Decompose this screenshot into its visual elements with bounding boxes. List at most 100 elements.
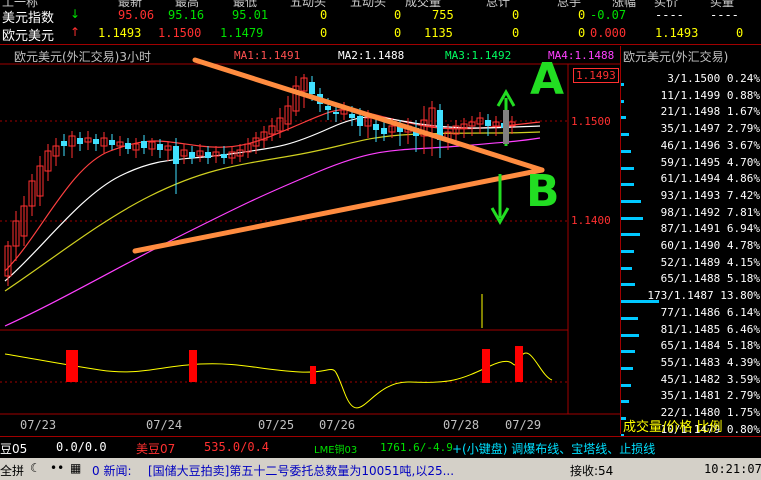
volume-price-row: 61/1.1494 4.86% [621, 172, 761, 188]
date-label: 07/28 [443, 418, 480, 432]
row-change: -0.07 [590, 8, 627, 22]
volume-price-row: 173/1.1487 13.80% [621, 289, 761, 305]
candle-body-down [141, 141, 147, 148]
volume-price-text: 35/1.1481 2.79% [660, 389, 760, 403]
ticker-name-2: 美豆07 [136, 442, 176, 456]
down-arrow-icon: ↓ [70, 7, 81, 21]
date-label: 07/24 [146, 418, 183, 432]
row-high: 1.1500 [158, 26, 202, 40]
row-bid: ---- [655, 8, 684, 22]
volume-price-text: 21/1.1498 1.67% [660, 105, 760, 119]
chart-canvas [0, 57, 620, 415]
trendline-upper [192, 57, 545, 173]
volume-price-text: 98/1.1492 7.81% [660, 205, 760, 219]
candle-body-down [309, 82, 315, 94]
row-v2: 0 [394, 8, 402, 22]
volume-price-text: 35/1.1497 2.79% [660, 122, 760, 136]
volume-bar [621, 333, 639, 337]
volume-bar [621, 233, 640, 237]
news-prefix: 0 新闻: [92, 464, 132, 478]
quote-row-usd-index[interactable]: 美元指数 ↓ 95.06 95.16 95.01 0 0 755 0 0 -0.… [0, 6, 761, 26]
date-label: 07/25 [258, 418, 295, 432]
volume-price-text: 46/1.1496 3.67% [660, 138, 760, 152]
candle-body-down [333, 112, 339, 114]
volume-price-row: 52/1.1489 4.15% [621, 256, 761, 272]
row-v1: 0 [320, 26, 328, 40]
date-label: 07/29 [505, 418, 542, 432]
row-v4: 0 [578, 8, 586, 22]
receive-count: 接收:54 [570, 464, 614, 478]
volume-bar [621, 149, 631, 153]
candle-body-down [485, 120, 491, 126]
candle-body-down [109, 140, 115, 145]
volume-bar [621, 316, 638, 320]
volume-price-text: 87/1.1491 6.94% [660, 222, 760, 236]
status-bar: 全拼 ☾ •• ▦ 0 新闻: [国储大豆拍卖]第五十二号委托总数量为10051… [0, 458, 761, 480]
moon-icon[interactable]: ☾ [30, 461, 41, 475]
annotation-label-a: A [530, 54, 565, 105]
row-v3: 0 [512, 26, 520, 40]
ticker-bar: 豆05 0.0/0.0 美豆07 535.0/0.4 LME铜03 1761.6… [0, 436, 761, 457]
volume-price-text: 93/1.1493 7.42% [660, 188, 760, 202]
quote-row-eurusd[interactable]: 欧元美元 ↑ 1.1493 1.1500 1.1479 0 0 1135 0 0… [0, 24, 761, 44]
volume-bar [621, 183, 634, 187]
volume-price-row: 55/1.1483 4.39% [621, 356, 761, 372]
row-vol: 755 [432, 8, 454, 22]
ticker-name-3: LME铜03 [314, 445, 358, 456]
indicator-bar [66, 350, 78, 382]
row-vol: 1135 [424, 26, 453, 40]
volume-price-text: 52/1.1489 4.15% [660, 255, 760, 269]
row-v1: 0 [320, 8, 328, 22]
volume-bar [621, 350, 635, 354]
dots-icon[interactable]: •• [50, 461, 64, 475]
volume-price-row: 93/1.1493 7.42% [621, 189, 761, 205]
date-label: 07/26 [319, 418, 356, 432]
volume-price-row: 77/1.1486 6.14% [621, 306, 761, 322]
volume-price-row: 3/1.1500 0.24% [621, 72, 761, 88]
ma4-line [4, 137, 541, 327]
volume-price-text: 3/1.1500 0.24% [667, 72, 760, 85]
price-label-last: 1.1493 [573, 68, 619, 83]
up-arrow-icon: ↑ [70, 25, 81, 39]
volume-bar [621, 99, 624, 103]
row-v4: 0 [578, 26, 586, 40]
volume-price-text: 60/1.1490 4.78% [660, 239, 760, 252]
candle-body-down [157, 144, 163, 150]
trendline-lower [132, 167, 545, 254]
row-bid: 1.1493 [655, 26, 699, 40]
volume-bar [621, 116, 626, 120]
volume-bar [621, 133, 629, 137]
indicator-line [4, 352, 553, 409]
volume-bar [621, 166, 634, 170]
candle-body-down [221, 154, 227, 158]
volume-price-row: 98/1.1492 7.81% [621, 206, 761, 222]
volume-bar [621, 199, 641, 203]
kline-chart[interactable]: 欧元美元(外汇交易)3小时 MA1:1.1491 MA2:1.1488 MA3:… [0, 46, 620, 434]
volume-price-text: 81/1.1485 6.46% [660, 322, 760, 336]
ticker-value-3: 1761.6/-4.9 [380, 441, 453, 454]
volume-bar [621, 266, 632, 270]
volume-price-text: 65/1.1484 5.18% [660, 339, 760, 353]
volume-price-text: 173/1.1487 13.80% [647, 289, 760, 303]
grid-icon[interactable]: ▦ [70, 461, 81, 475]
candle-body-down [93, 139, 99, 144]
volume-price-text: 11/1.1499 0.88% [660, 88, 760, 102]
up-arrow-icon-fill [503, 110, 509, 144]
candle-body-down [349, 114, 355, 118]
volume-bar [621, 216, 643, 220]
news-headline[interactable]: [国储大豆拍卖]第五十二号委托总数量为10051吨,以25... [148, 462, 454, 479]
volume-price-row: 35/1.1481 2.79% [621, 389, 761, 405]
candle-body-down [373, 124, 379, 130]
candle-body-down [125, 143, 131, 149]
panel-title: 欧元美元(外汇交易) [623, 50, 729, 64]
input-method-label[interactable]: 全拼 [0, 462, 24, 479]
volume-bar [621, 383, 631, 387]
indicator-bar [189, 350, 197, 382]
panel-footer: 成交量/价格 比例 [623, 420, 723, 435]
annotation-label-b: B [526, 166, 560, 217]
candle-body-down [173, 146, 179, 164]
volume-by-price-panel[interactable]: 欧元美元(外汇交易) 3/1.1500 0.24% 11/1.1499 0.88%… [620, 46, 761, 437]
quote-table: 工一称 最新 最高 最低 五动头 五动头 成交量 总计 总手 涨幅 买价 买量 … [0, 0, 761, 45]
indicator-bar [482, 349, 490, 383]
candle-body-down [357, 116, 363, 126]
